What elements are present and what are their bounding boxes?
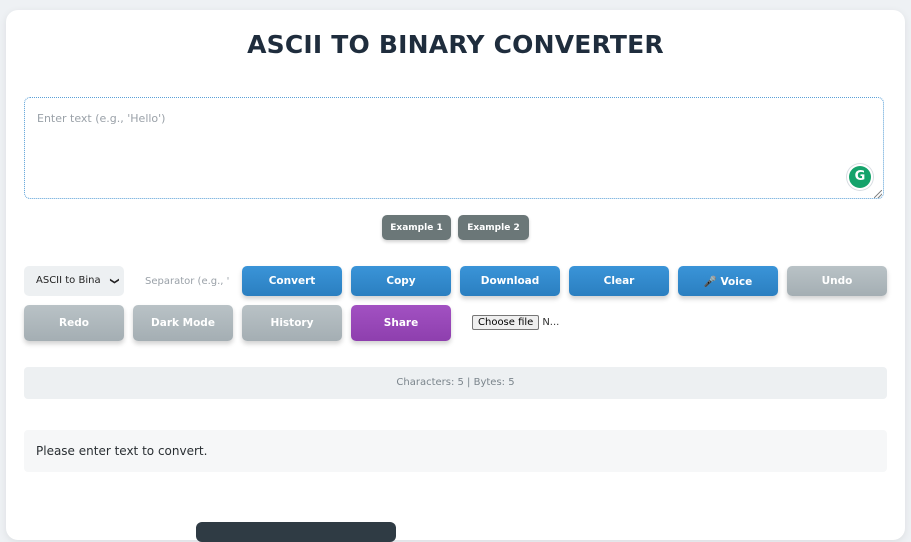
converter-card: ASCII TO BINARY CONVERTER G Example 1 Ex… [6,10,905,542]
chevron-down-icon: ❯ [109,277,120,285]
example-2-button[interactable]: Example 2 [458,215,529,240]
redo-button[interactable]: Redo [24,305,124,341]
stats-bar: Characters: 5 | Bytes: 5 [24,367,887,399]
grammarly-icon[interactable]: G [849,166,871,188]
voice-button[interactable]: 🎤 Voice [678,266,778,296]
separator-input[interactable] [133,266,233,296]
copy-button[interactable]: Copy [351,266,451,296]
history-button[interactable]: History [242,305,342,341]
choose-file-button[interactable]: Choose file [472,315,540,330]
resize-handle[interactable] [874,190,882,198]
convert-button[interactable]: Convert [242,266,342,296]
mode-select[interactable]: ASCII to Bina ❯ [24,266,124,296]
undo-button[interactable]: Undo [787,266,887,296]
text-input[interactable] [24,97,884,199]
mode-select-value: ASCII to Bina [36,275,101,286]
dark-mode-button[interactable]: Dark Mode [133,305,233,341]
example-1-button[interactable]: Example 1 [382,215,451,240]
download-button[interactable]: Download [460,266,560,296]
page-title: ASCII TO BINARY CONVERTER [247,30,664,59]
share-button[interactable]: Share [351,305,451,341]
file-status: N... [542,317,560,328]
file-upload: Choose file N... [472,315,559,330]
clear-button[interactable]: Clear [569,266,669,296]
output-message: Please enter text to convert. [24,430,887,472]
bottom-bar [196,522,396,542]
